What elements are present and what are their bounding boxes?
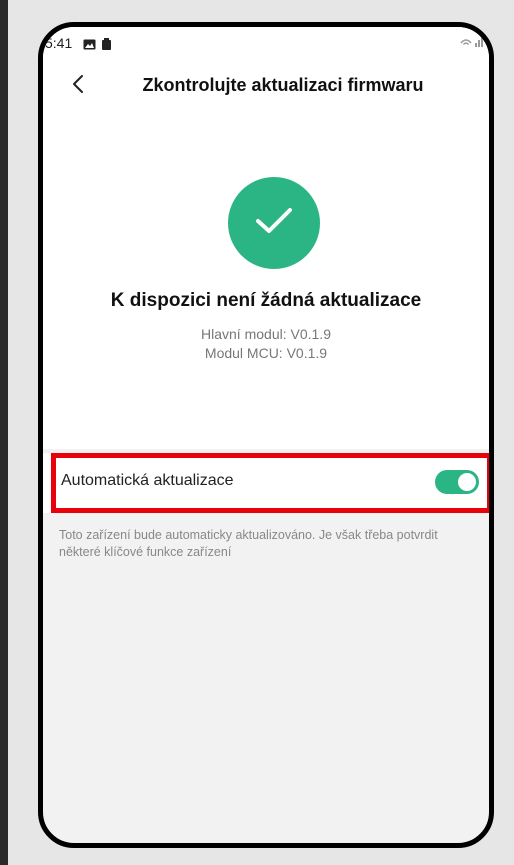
update-status-heading: K dispozici není žádná aktualizace — [110, 290, 422, 311]
page-title: Zkontrolujte aktualizaci firmwaru — [142, 75, 424, 95]
header: Zkontrolujte aktualizaci firmwaru — [43, 63, 489, 109]
toggle-knob — [458, 473, 476, 491]
status-time: 5:41 — [45, 35, 73, 51]
phone-frame: 5:41 Zkontrolujte aktualizaci firmwaru K… — [38, 22, 494, 848]
status-bar: 5:41 — [43, 35, 489, 59]
auto-update-description: Toto zařízení bude automaticky aktualizo… — [59, 528, 438, 559]
image-icon — [83, 37, 96, 50]
signal-icon — [459, 35, 485, 50]
main-module-version: Hlavní modul: V0.1.9 — [201, 326, 331, 342]
auto-update-label: Automatická aktualizace — [61, 472, 234, 489]
success-badge — [228, 177, 320, 269]
left-edge-strip — [0, 0, 8, 865]
auto-update-toggle[interactable] — [435, 470, 479, 494]
check-icon — [254, 206, 294, 241]
auto-update-row[interactable]: Automatická aktualizace — [43, 453, 489, 513]
mcu-module-version: Modul MCU: V0.1.9 — [204, 345, 328, 361]
battery-icon — [101, 37, 114, 50]
